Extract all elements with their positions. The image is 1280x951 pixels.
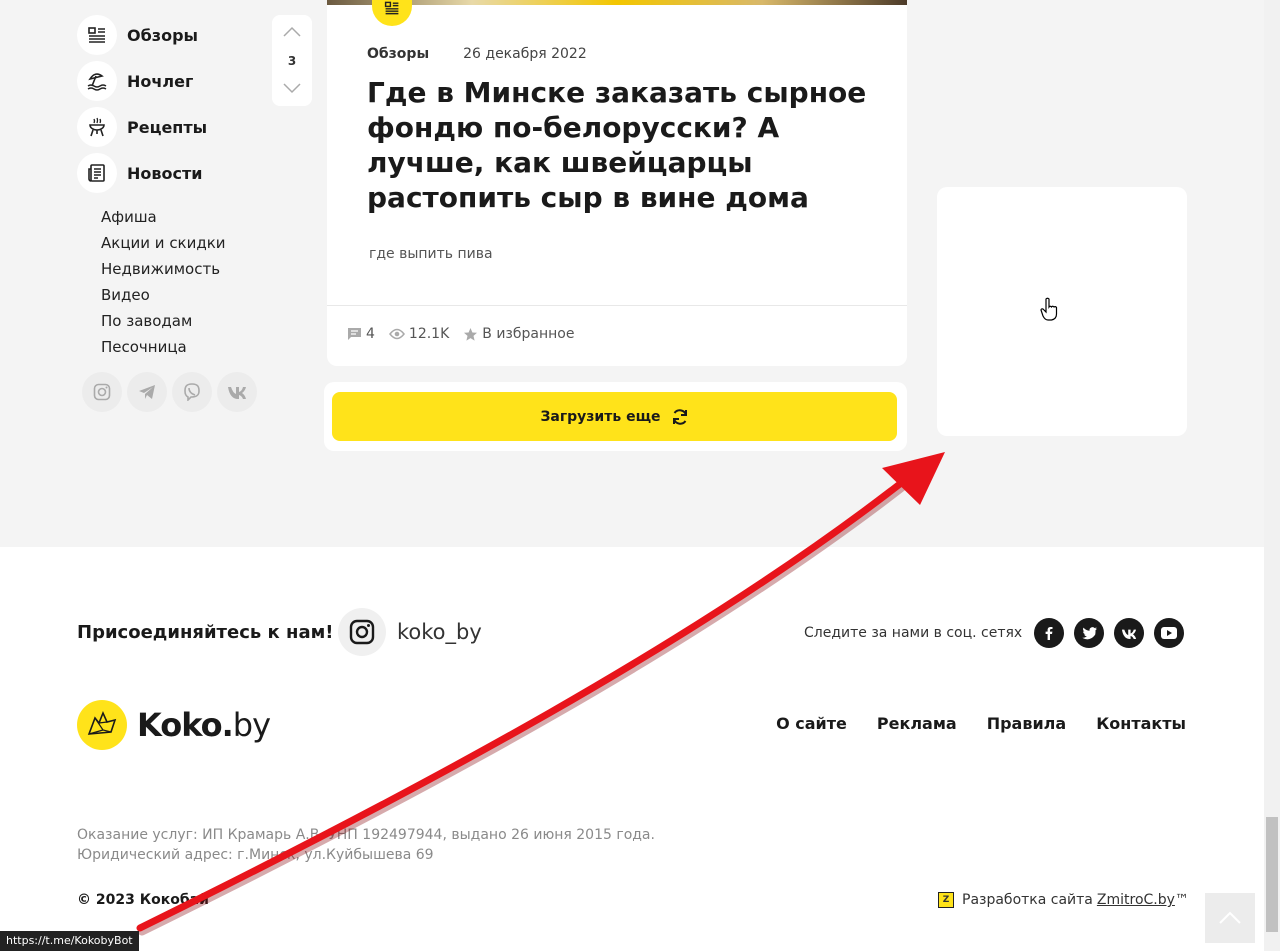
viber-icon[interactable] [172,372,212,412]
dev-prefix: Разработка сайта [962,892,1093,908]
sidebar-item-label: Обзоры [127,25,198,45]
sidebar-item-label: Ночлег [127,71,194,91]
views-value: 12.1K [408,326,450,342]
views-count: 12.1K [388,326,450,342]
sidebar-subitem-factories[interactable]: По заводам [101,310,226,336]
footer-links: О сайте Реклама Правила Контакты [776,714,1186,733]
scrollbar[interactable] [1264,0,1280,951]
load-more-label: Загрузить еще [540,408,661,425]
load-more-container: Загрузить еще [324,382,907,451]
sidebar-subitem-promos[interactable]: Акции и скидки [101,232,226,258]
footer-socials [1034,618,1184,648]
sidebar-subnav: Афиша Акции и скидки Недвижимость Видео … [101,206,226,362]
facebook-icon[interactable] [1034,618,1064,648]
dev-suffix: ™ [1174,892,1189,908]
divider [327,305,907,306]
list-icon [77,15,117,55]
article-tag[interactable]: где выпить пива [369,246,493,262]
footer-link-ads[interactable]: Реклама [877,714,957,733]
article-title[interactable]: Где в Минске заказать сырное фондю по-бе… [367,75,867,215]
chevron-up-icon[interactable] [282,23,302,42]
sidebar-item-lodging[interactable]: Ночлег [77,58,277,104]
comments-count[interactable]: 4 [347,326,375,342]
chevron-up-icon [1219,911,1241,924]
comment-icon [348,328,361,340]
copyright: © 2023 Кокобай [77,892,209,908]
follow-text: Следите за нами в соц. сетях [804,625,1023,641]
refresh-icon [672,408,687,425]
sidebar-item-recipes[interactable]: Рецепты [77,104,277,150]
legal-line-2: Юридический адрес: г.Минск, ул.Куйбышева… [77,847,434,863]
twitter-icon[interactable] [1074,618,1104,648]
article-pager: 3 [272,15,312,106]
favorite-button[interactable]: В избранное [463,326,574,342]
article-date: 26 декабря 2022 [463,46,587,62]
load-more-button[interactable]: Загрузить еще [332,392,897,441]
footer-link-about[interactable]: О сайте [776,714,847,733]
comments-value: 4 [366,326,375,342]
footer-link-rules[interactable]: Правила [987,714,1067,733]
ad-banner[interactable] [937,187,1187,436]
article-meta: Обзоры 26 декабря 2022 [367,46,587,62]
developer-credit: Z Разработка сайта ZmitroC.by™ [938,892,1189,908]
newspaper-icon [77,153,117,193]
instagram-icon[interactable] [82,372,122,412]
join-text: Присоединяйтесь к нам! [77,622,334,643]
scrollbar-thumb[interactable] [1266,817,1278,932]
sidebar-subitem-sandbox[interactable]: Песочница [101,336,226,362]
sidebar-item-label: Рецепты [127,117,208,137]
vk-icon[interactable] [217,372,257,412]
footer-link-contacts[interactable]: Контакты [1096,714,1186,733]
grill-icon [77,107,117,147]
telegram-icon[interactable] [127,372,167,412]
legal-line-1: Оказание услуг: ИП Крамарь А.В. УНП 1924… [77,827,655,843]
footer: Присоединяйтесь к нам! koko_by Следите з… [0,547,1264,951]
sidebar-nav: Обзоры Ночлег Рецепты Новости [77,12,277,196]
site-logo[interactable]: Koko.by [77,700,271,750]
pager-number: 3 [287,53,297,68]
article-stats: 4 12.1K В избранное [347,326,574,342]
article-image[interactable] [327,0,907,5]
hand-cursor-icon [1040,297,1058,325]
youtube-icon[interactable] [1154,618,1184,648]
developer-link[interactable]: ZmitroC.by [1097,892,1175,908]
sidebar-subitem-video[interactable]: Видео [101,284,226,310]
sidebar-item-reviews[interactable]: Обзоры [77,12,277,58]
sidebar-item-news[interactable]: Новости [77,150,277,196]
scroll-to-top-button[interactable] [1205,893,1255,943]
sidebar-subitem-realty[interactable]: Недвижимость [101,258,226,284]
list-icon [372,0,412,26]
favorite-label: В избранное [482,326,575,342]
beach-icon [77,61,117,101]
instagram-icon[interactable] [338,608,386,656]
zmitroc-logo-icon: Z [938,892,954,908]
logo-icon [77,700,127,750]
article-card[interactable]: Обзоры 26 декабря 2022 Где в Минске зака… [327,0,907,366]
status-url-bar: https://t.me/KokobyBot [0,931,139,951]
instagram-handle-link[interactable]: koko_by [397,620,482,644]
star-icon [464,327,478,341]
vk-icon[interactable] [1114,618,1144,648]
sidebar-item-label: Новости [127,163,203,183]
legal-info: Оказание услуг: ИП Крамарь А.В. УНП 1924… [77,825,655,865]
article-category[interactable]: Обзоры [367,46,429,62]
sidebar-subitem-afisha[interactable]: Афиша [101,206,226,232]
eye-icon [388,328,405,340]
logo-text: Koko.by [137,706,271,744]
sidebar-socials [82,372,257,412]
chevron-down-icon[interactable] [282,79,302,98]
